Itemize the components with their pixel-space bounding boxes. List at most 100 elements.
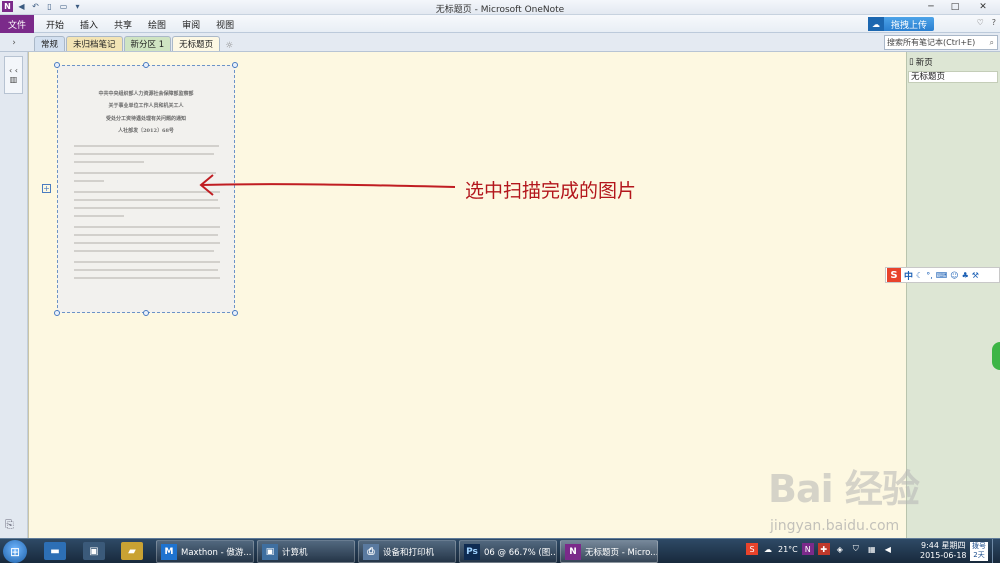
doc-title-line: 受处分工资待遇处理有关问题的通知	[105, 116, 186, 122]
doc-title-line: 关于事业单位工作人员和机关工人	[108, 103, 184, 109]
antivirus-icon[interactable]: ✚	[817, 543, 830, 555]
taskbar-item-computer[interactable]: ▣ 计算机	[257, 540, 355, 563]
notebook-icon[interactable]: ‹ ‹ ▥	[4, 56, 23, 94]
new-page-icon: ▯	[909, 57, 914, 67]
add-section-icon[interactable]: ☼	[225, 41, 233, 51]
taskbar-item-label: 计算机	[282, 547, 308, 558]
section-bar: › 常规 未归档笔记 新分区 1 无标题页 ☼ 搜索所有笔记本(Ctrl+E) …	[0, 33, 1000, 52]
window-title: 无标题页 - Microsoft OneNote	[435, 5, 565, 15]
shield-icon[interactable]: ⛉	[850, 543, 862, 555]
taskbar-item-onenote[interactable]: N 无标题页 - Micro...	[560, 540, 658, 563]
doc-body-line	[74, 172, 216, 174]
weather-icon[interactable]: ☁	[762, 543, 774, 555]
resize-handle[interactable]	[143, 310, 149, 316]
floating-widget-icon[interactable]	[992, 342, 1000, 370]
tab-insert[interactable]: 插入	[72, 18, 106, 31]
doc-body-line	[74, 199, 218, 201]
window-switch-icon[interactable]: ▣	[83, 542, 105, 560]
search-icon[interactable]: ⌕	[987, 38, 997, 48]
search-placeholder: 搜索所有笔记本(Ctrl+E)	[887, 38, 976, 47]
folder-icon[interactable]: ▰	[121, 542, 143, 560]
clock-time: 9:44 星期四	[920, 541, 966, 550]
windows-logo-icon: ⊞	[9, 544, 21, 559]
dial-up-badge[interactable]: 拨号 2天	[970, 542, 988, 561]
user-icon[interactable]: ☺	[950, 271, 958, 280]
doc-body-line	[74, 226, 220, 228]
help-icon[interactable]: ?	[992, 18, 996, 27]
annotation-text: 选中扫描完成的图片	[465, 180, 637, 202]
doc-body-line	[74, 161, 144, 163]
taskbar-item-label: 06 @ 66.7% (图...	[484, 547, 557, 558]
drag-upload-label: 拖拽上传	[890, 20, 927, 31]
ime-mode-toggle[interactable]: 中	[904, 269, 913, 282]
doc-number-line: 人社部发〔2012〕68号	[118, 128, 174, 134]
punctuation-icon[interactable]: °,	[926, 271, 933, 280]
resize-handle[interactable]	[143, 62, 149, 68]
doc-body-line	[74, 180, 104, 182]
doc-body-line	[74, 250, 214, 252]
heart-icon[interactable]: ♡	[977, 18, 984, 27]
onenote-tray-icon[interactable]: N	[801, 543, 814, 555]
volume-icon[interactable]: ◈	[834, 543, 846, 555]
doc-body-line	[74, 234, 218, 236]
book-icon: ▥	[9, 75, 18, 84]
page-item[interactable]: 无标题页	[908, 71, 998, 83]
minimize-button[interactable]: ─	[920, 0, 942, 14]
title-bar: N ◀ ↶ ▯ ▭ ▾ 无标题页 - Microsoft OneNote ─ □…	[0, 0, 1000, 15]
cloud-icon: ☁	[868, 17, 884, 31]
tab-share[interactable]: 共享	[106, 18, 140, 31]
close-button[interactable]: ✕	[968, 0, 998, 14]
search-input[interactable]: 搜索所有笔记本(Ctrl+E) ⌕	[884, 35, 998, 50]
doc-title-line: 中共中央组织部人力资源社会保障部监察部	[98, 91, 194, 97]
section-tab-general[interactable]: 常规	[34, 36, 66, 51]
resize-handle[interactable]	[54, 310, 60, 316]
tab-home[interactable]: 开始	[38, 18, 72, 31]
shirt-icon[interactable]: ♣	[962, 271, 969, 280]
red-arrow-icon	[199, 174, 456, 196]
wrench-icon[interactable]: ⚒	[972, 271, 979, 280]
doc-body-line	[74, 269, 218, 271]
sogou-logo-icon[interactable]: S	[887, 268, 901, 282]
keyboard-icon[interactable]: ⌨	[936, 271, 948, 280]
show-desktop-button[interactable]	[992, 539, 1000, 563]
tab-draw[interactable]: 绘图	[140, 18, 174, 31]
section-tab-untitled-page[interactable]: 无标题页	[172, 36, 221, 51]
section-tab-unfiled[interactable]: 未归档笔记	[66, 36, 123, 51]
taskbar: ⊞ ▬ ▣ ▰ M Maxthon - 傲游... ▣ 计算机 ⎙ 设备和打印机…	[0, 538, 1000, 563]
taskbar-item-photoshop[interactable]: Ps 06 @ 66.7% (图...	[459, 540, 557, 563]
system-tray: S ☁ 21°C N ✚ ◈ ⛉ ▦ ◀	[746, 543, 894, 555]
drag-upload-button[interactable]: ☁ 拖拽上传	[868, 17, 934, 31]
section-tabs: 常规 未归档笔记 新分区 1 无标题页 ☼	[34, 36, 233, 51]
new-page-button[interactable]: ▯ 新页	[909, 56, 933, 68]
section-tab-new-section-1[interactable]: 新分区 1	[123, 36, 172, 51]
window-controls: ─ □ ✕	[920, 0, 998, 14]
clock[interactable]: 9:44 星期四 2015-06-18	[920, 541, 967, 561]
file-tab[interactable]: 文件	[0, 15, 34, 33]
sogou-tray-icon[interactable]: S	[746, 543, 758, 555]
photoshop-icon: Ps	[464, 543, 480, 560]
onenote-icon: N	[565, 543, 581, 560]
doc-body-line	[74, 215, 124, 217]
start-button[interactable]: ⊞	[3, 540, 27, 563]
tab-review[interactable]: 审阅	[174, 18, 208, 31]
doc-body-line	[74, 261, 220, 263]
ribbon: 文件 开始 插入 共享 绘图 审阅 视图 ☁ 拖拽上传 ♡ ?	[0, 15, 1000, 33]
page-list-pane: ▯ 新页 无标题页	[906, 52, 1000, 538]
doc-body-line	[74, 153, 214, 155]
network-icon[interactable]: ▦	[866, 543, 878, 555]
resize-handle[interactable]	[54, 62, 60, 68]
taskbar-item-devices[interactable]: ⎙ 设备和打印机	[358, 540, 456, 563]
resize-handle[interactable]	[232, 310, 238, 316]
maximize-button[interactable]: □	[944, 0, 966, 14]
show-desktop-icon[interactable]: ▬	[44, 542, 66, 560]
tab-view[interactable]: 视图	[208, 18, 242, 31]
speaker-icon[interactable]: ◀	[882, 543, 894, 555]
resize-handle[interactable]	[232, 62, 238, 68]
notebook-bottom-icon[interactable]: ⎘	[5, 518, 14, 532]
clock-date: 2015-06-18	[920, 551, 967, 560]
doc-body-line	[74, 277, 220, 279]
taskbar-item-maxthon[interactable]: M Maxthon - 傲游...	[156, 540, 254, 563]
moon-icon[interactable]: ☾	[916, 271, 923, 280]
move-handle-icon[interactable]: +	[42, 184, 51, 193]
expand-notebooks-icon[interactable]: ›	[0, 33, 28, 52]
